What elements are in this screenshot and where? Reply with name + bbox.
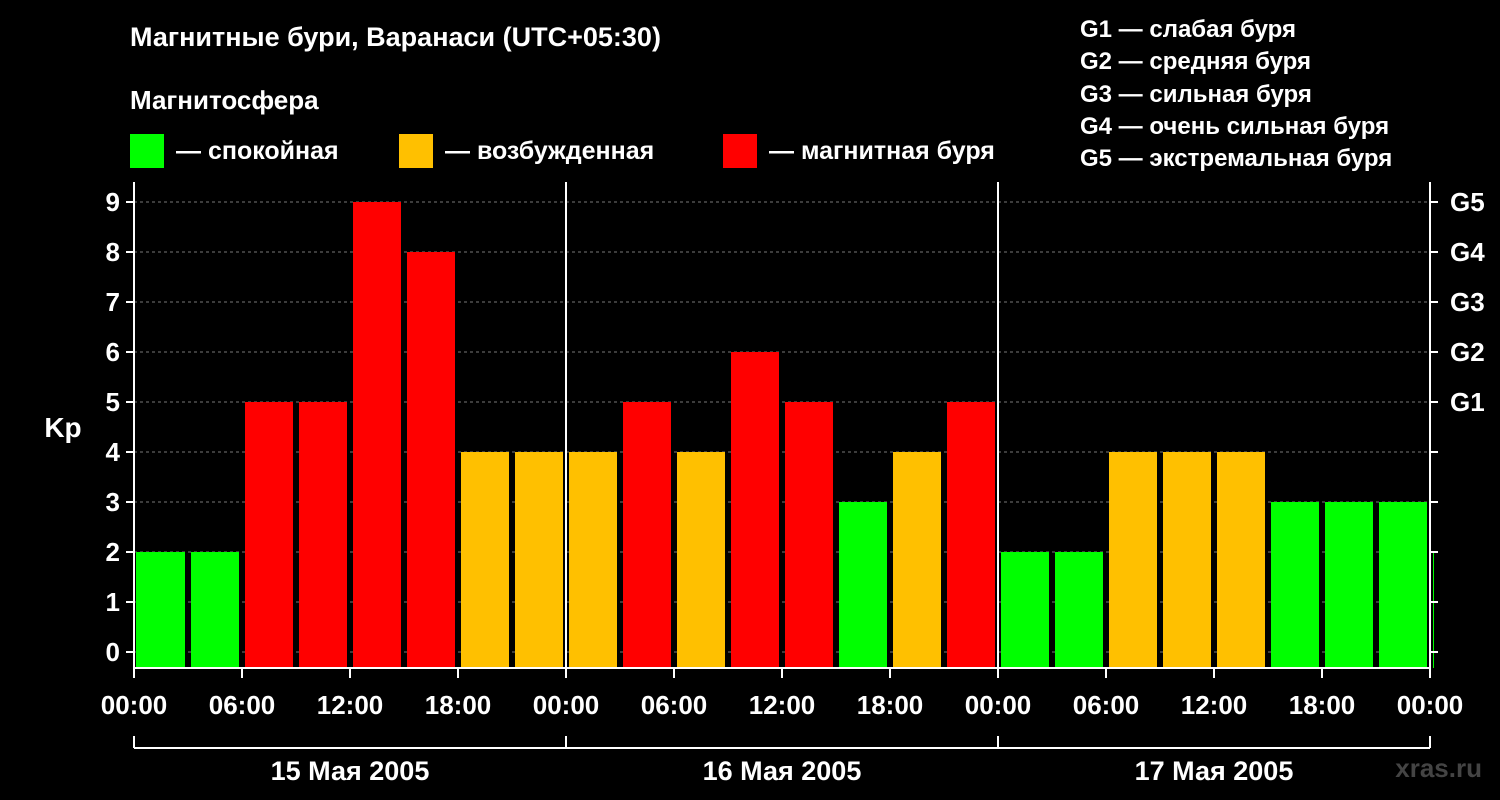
kp-bar [731, 352, 779, 668]
x-tick-label: 00:00 [1397, 690, 1464, 720]
kp-bar [1325, 502, 1373, 668]
watermark: xras.ru [1395, 753, 1482, 783]
kp-bar [515, 452, 563, 668]
y-tick-label: 2 [106, 537, 120, 567]
kp-bar [623, 402, 671, 668]
x-tick-label: 18:00 [1289, 690, 1356, 720]
x-tick-label: 06:00 [1073, 690, 1140, 720]
g-tick-label: G5 [1450, 187, 1485, 217]
x-tick-label: 12:00 [317, 690, 384, 720]
x-tick-label: 06:00 [641, 690, 708, 720]
kp-bar [839, 502, 887, 668]
kp-bar-chart: 0 1 2 3 4 5 6 7 8 9 G1 G2 G3 G4 G5 Kp 00:00 06:00 12:00 18:… [44, 182, 1485, 786]
x-tick-label: 00:00 [965, 690, 1032, 720]
g-tick-label: G1 [1450, 387, 1485, 417]
kp-bar [1271, 502, 1319, 668]
g-tick-label: G4 [1450, 237, 1485, 267]
kp-bar [785, 402, 833, 668]
day-label: 16 Мая 2005 [703, 756, 862, 786]
y-tick-label: 0 [106, 637, 120, 667]
kp-bar [461, 452, 509, 668]
day-label: 15 Мая 2005 [271, 756, 430, 786]
kp-bar [1163, 452, 1211, 668]
kp-bar [569, 452, 617, 668]
kp-bar [947, 402, 995, 668]
x-tick-label: 00:00 [101, 690, 168, 720]
y-tick-label: 3 [106, 487, 120, 517]
kp-bar [1055, 552, 1103, 668]
x-tick-label: 12:00 [1181, 690, 1248, 720]
kp-bar [893, 452, 941, 668]
y-tick-label: 7 [106, 287, 120, 317]
x-tick-label: 18:00 [857, 690, 924, 720]
kp-bar [1433, 552, 1434, 668]
y-tick-label: 8 [106, 237, 120, 267]
x-tick-label: 12:00 [749, 690, 816, 720]
x-tick-label: 18:00 [425, 690, 492, 720]
x-tick-label: 06:00 [209, 690, 276, 720]
y-tick-label: 5 [106, 387, 120, 417]
day-label: 17 Мая 2005 [1135, 756, 1294, 786]
g-tick-label: G2 [1450, 337, 1485, 367]
kp-bar [353, 202, 401, 668]
y-tick-label: 4 [106, 437, 121, 467]
kp-bar [677, 452, 725, 668]
y-tick-label: 9 [106, 187, 120, 217]
kp-bar [191, 552, 239, 668]
kp-bar [245, 402, 293, 668]
g-tick-label: G3 [1450, 287, 1485, 317]
kp-bar [1001, 552, 1049, 668]
kp-bar [407, 252, 455, 668]
kp-bar [1109, 452, 1157, 668]
y-tick-label: 1 [106, 587, 120, 617]
kp-bar [299, 402, 347, 668]
y-axis-label: Kp [44, 412, 81, 443]
kp-bar [1217, 452, 1265, 668]
kp-bar [136, 552, 185, 668]
kp-bar [1379, 502, 1427, 668]
x-tick-label: 00:00 [533, 690, 600, 720]
y-tick-label: 6 [106, 337, 120, 367]
